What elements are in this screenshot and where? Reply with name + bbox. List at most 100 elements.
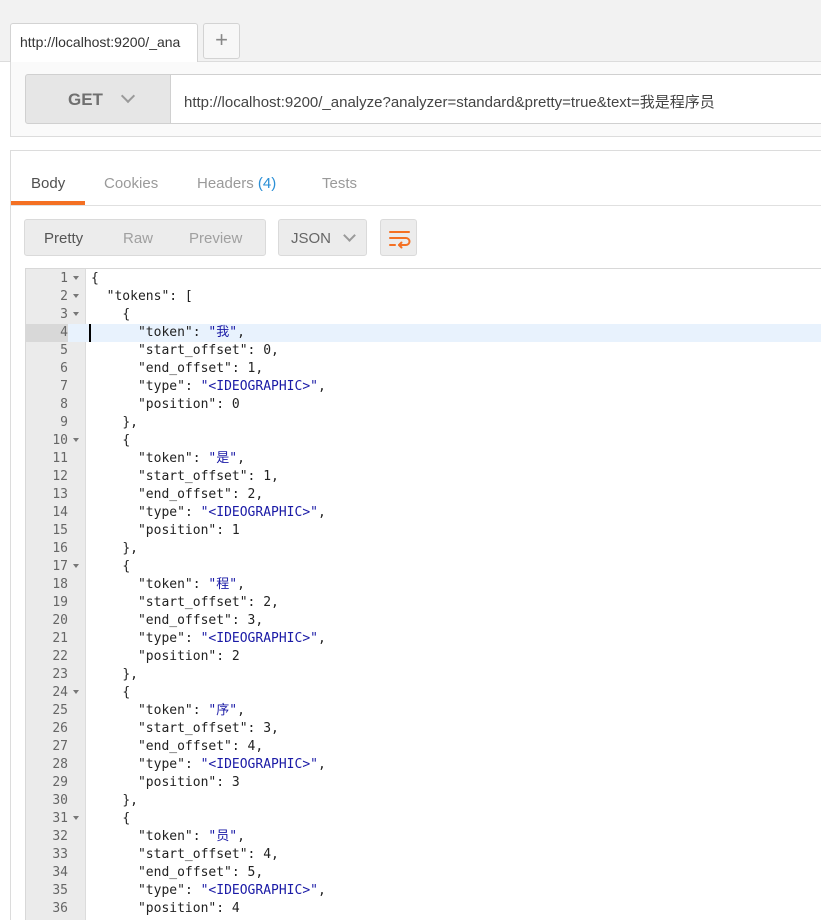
code-token: "position" xyxy=(137,901,217,916)
format-select[interactable]: JSON xyxy=(278,219,367,256)
tab-body[interactable]: Body xyxy=(31,175,65,192)
method-select[interactable]: GET xyxy=(25,74,171,124)
code-token: : xyxy=(216,523,232,538)
code-token: }, xyxy=(122,667,138,682)
line-number: 29 xyxy=(52,775,68,790)
add-tab-button[interactable]: + xyxy=(203,23,240,59)
code-token: "<IDEOGRAPHIC>" xyxy=(200,505,318,520)
code-line: 24 { xyxy=(26,684,821,702)
line-number: 5 xyxy=(60,343,68,358)
code-text: "start_offset": 4, xyxy=(91,846,279,864)
fold-toggle-icon[interactable] xyxy=(73,438,79,442)
code-line: 12 "start_offset": 1, xyxy=(26,468,821,486)
code-token: , xyxy=(318,883,326,898)
code-line: 32 "token": "员", xyxy=(26,828,821,846)
preview-button[interactable]: Preview xyxy=(189,230,242,247)
line-number: 13 xyxy=(52,487,68,502)
url-input[interactable]: http://localhost:9200/_analyze?analyzer=… xyxy=(170,74,821,124)
line-number: 3 xyxy=(60,307,68,322)
line-number: 24 xyxy=(52,685,68,700)
code-text: "type": "<IDEOGRAPHIC>", xyxy=(91,378,326,396)
fold-toggle-icon[interactable] xyxy=(73,312,79,316)
line-number: 1 xyxy=(60,271,68,286)
fold-toggle-icon[interactable] xyxy=(73,294,79,298)
code-token: "token" xyxy=(137,577,193,592)
line-number: 15 xyxy=(52,523,68,538)
code-line: 34 "end_offset": 5, xyxy=(26,864,821,882)
line-number: 30 xyxy=(52,793,68,808)
response-panel: Body Cookies Headers (4) Tests Pretty Ra… xyxy=(10,150,821,920)
code-token: "end_offset" xyxy=(137,739,232,754)
code-text: "end_offset": 1, xyxy=(91,360,263,378)
code-token: : xyxy=(184,631,201,646)
tab-tests[interactable]: Tests xyxy=(322,175,357,192)
pretty-button[interactable]: Pretty xyxy=(44,230,83,247)
code-token: 0 xyxy=(231,397,240,412)
code-token: }, xyxy=(122,793,138,808)
line-number: 36 xyxy=(52,901,68,916)
fold-toggle-icon[interactable] xyxy=(73,564,79,568)
code-token: : xyxy=(247,847,264,862)
line-number: 17 xyxy=(52,559,68,574)
wrap-lines-button[interactable] xyxy=(380,219,417,256)
code-text: }, xyxy=(91,792,138,810)
raw-button[interactable]: Raw xyxy=(123,230,153,247)
code-text: "end_offset": 5, xyxy=(91,864,263,882)
code-token: 3 xyxy=(231,775,240,790)
line-number: 4 xyxy=(26,324,68,342)
code-line: 11 "token": "是", xyxy=(26,450,821,468)
code-token: : xyxy=(216,775,232,790)
code-token: : xyxy=(192,577,209,592)
line-number: 16 xyxy=(52,541,68,556)
code-token: "position" xyxy=(137,397,217,412)
code-line: 20 "end_offset": 3, xyxy=(26,612,821,630)
code-text: "start_offset": 3, xyxy=(91,720,279,738)
code-token: , xyxy=(271,595,279,610)
code-line: 6 "end_offset": 1, xyxy=(26,360,821,378)
code-text: "token": "员", xyxy=(91,828,245,846)
line-number: 25 xyxy=(52,703,68,718)
code-line: 30 }, xyxy=(26,792,821,810)
code-token: 1 xyxy=(231,523,240,538)
code-line: 28 "type": "<IDEOGRAPHIC>", xyxy=(26,756,821,774)
code-token: : xyxy=(184,379,201,394)
request-bar: GET http://localhost:9200/_analyze?analy… xyxy=(10,62,821,137)
code-text: "token": "是", xyxy=(91,450,245,468)
code-line: 17 { xyxy=(26,558,821,576)
code-line: 22 "position": 2 xyxy=(26,648,821,666)
fold-toggle-icon[interactable] xyxy=(73,276,79,280)
code-token: "start_offset" xyxy=(137,595,248,610)
code-token: 3 xyxy=(263,721,272,736)
code-text: "position": 1 xyxy=(91,522,240,540)
code-token: "我" xyxy=(208,325,238,340)
code-text: "position": 0 xyxy=(91,396,240,414)
line-number: 6 xyxy=(60,361,68,376)
line-number: 31 xyxy=(52,811,68,826)
code-token: , xyxy=(318,379,326,394)
code-token: : xyxy=(184,757,201,772)
code-text: "token": "程", xyxy=(91,576,245,594)
request-tab[interactable]: http://localhost:9200/_ana xyxy=(10,23,198,62)
code-token: , xyxy=(237,325,245,340)
response-body-editor[interactable]: 1{2 "tokens": [3 {4 "token": "我", 5 "star… xyxy=(25,268,821,920)
line-number: 20 xyxy=(52,613,68,628)
line-number: 19 xyxy=(52,595,68,610)
code-token: "start_offset" xyxy=(137,847,248,862)
code-line: 7 "type": "<IDEOGRAPHIC>", xyxy=(26,378,821,396)
fold-toggle-icon[interactable] xyxy=(73,690,79,694)
code-line: 29 "position": 3 xyxy=(26,774,821,792)
code-token: 2 xyxy=(263,595,272,610)
code-token: , xyxy=(255,613,264,628)
code-text: "start_offset": 2, xyxy=(91,594,279,612)
fold-toggle-icon[interactable] xyxy=(73,816,79,820)
code-text: "position": 3 xyxy=(91,774,240,792)
code-text: { xyxy=(91,306,130,324)
tab-cookies[interactable]: Cookies xyxy=(104,175,158,192)
code-line: 31 { xyxy=(26,810,821,828)
code-token: "是" xyxy=(208,451,238,466)
code-text: "type": "<IDEOGRAPHIC>", xyxy=(91,630,326,648)
line-number: 8 xyxy=(60,397,68,412)
line-number: 26 xyxy=(52,721,68,736)
tab-headers[interactable]: Headers (4) xyxy=(197,175,276,192)
code-token: "end_offset" xyxy=(137,865,232,880)
